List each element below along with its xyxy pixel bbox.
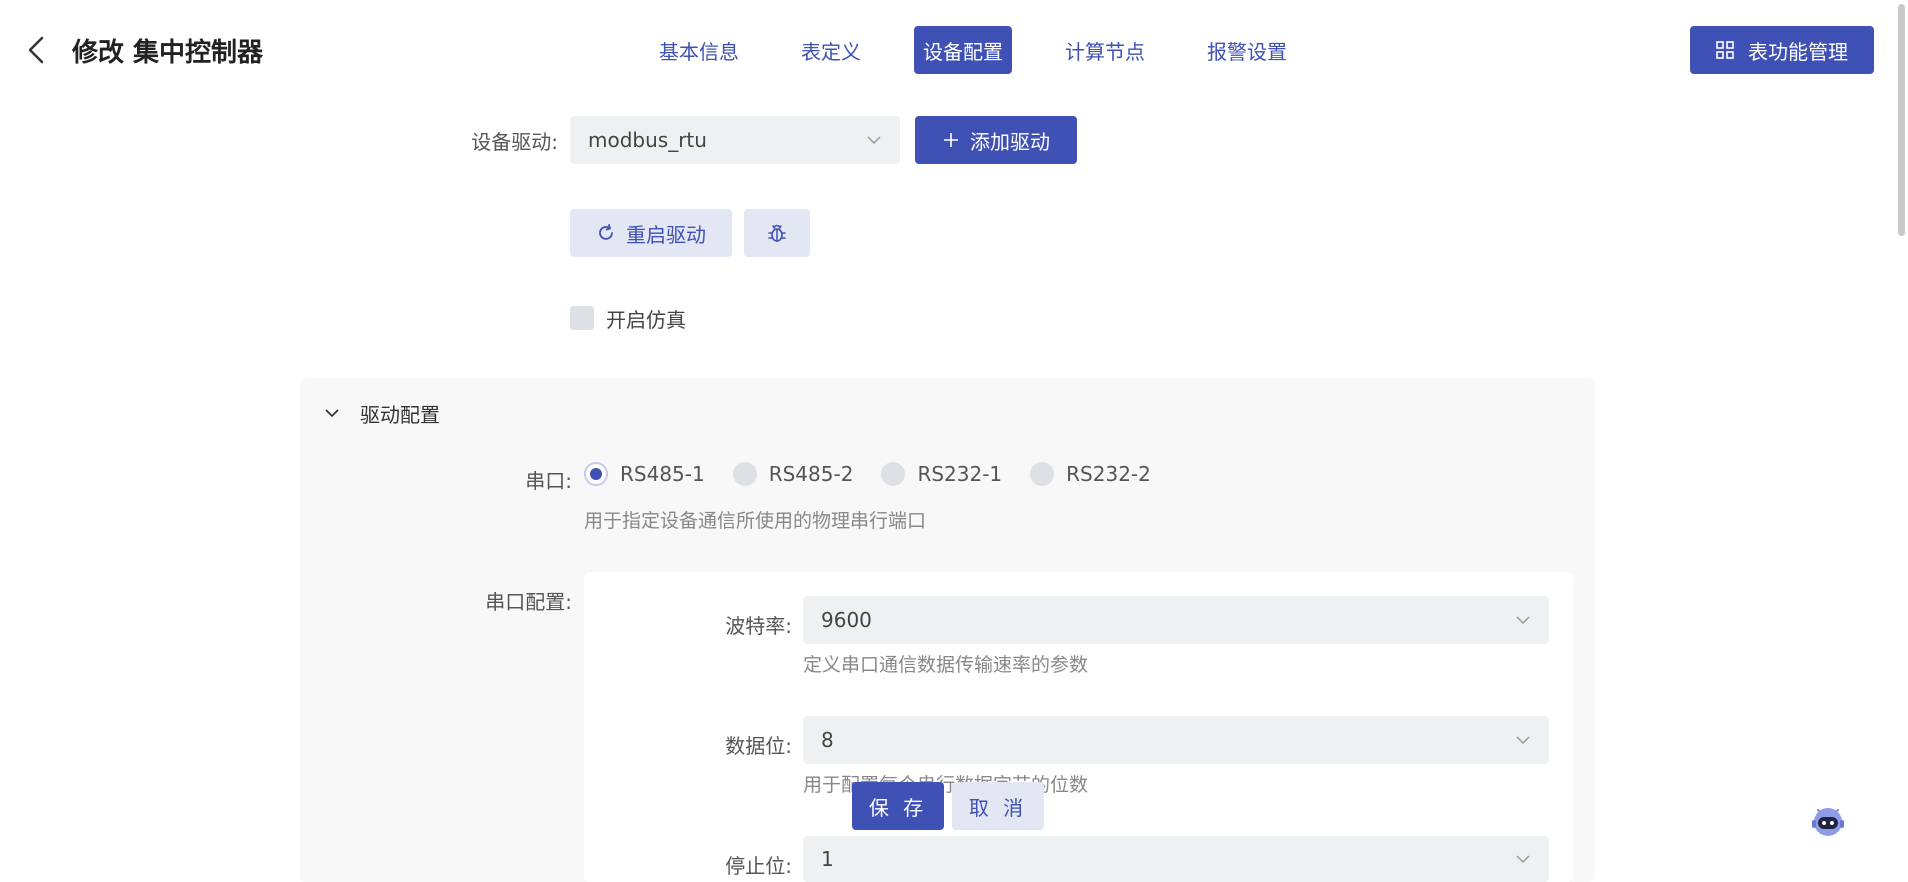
restart-driver-button[interactable]: 重启驱动 xyxy=(570,209,732,257)
stop-bits-value: 1 xyxy=(821,847,834,871)
data-bits-value: 8 xyxy=(821,728,834,752)
table-function-manage-button[interactable]: 表功能管理 xyxy=(1690,26,1874,74)
radio-rs485-2[interactable]: RS485-2 xyxy=(732,462,854,486)
chevron-down-icon xyxy=(1516,855,1530,864)
chevron-down-icon xyxy=(325,409,339,418)
baud-rate-value: 9600 xyxy=(821,608,872,632)
serial-port-label: 串口: xyxy=(525,469,572,493)
simulation-label[interactable]: 开启仿真 xyxy=(606,304,686,333)
scrollbar-thumb[interactable] xyxy=(1898,4,1905,236)
debug-button[interactable] xyxy=(744,209,810,257)
stop-bits-select[interactable]: 1 xyxy=(803,836,1549,882)
data-bits-select[interactable]: 8 xyxy=(803,716,1549,764)
page-header: 修改 集中控制器 基本信息 表定义 设备配置 计算节点 报警设置 表功能管理 xyxy=(0,0,1908,100)
table-function-manage-label: 表功能管理 xyxy=(1748,39,1848,64)
stop-bits-label: 停止位: xyxy=(725,854,792,878)
baud-rate-hint: 定义串口通信数据传输速率的参数 xyxy=(803,654,1089,676)
add-driver-button[interactable]: 添加驱动 xyxy=(915,116,1077,164)
cancel-button[interactable]: 取 消 xyxy=(952,782,1044,830)
assistant-robot-icon[interactable] xyxy=(1808,800,1848,840)
radio-button xyxy=(881,462,906,486)
refresh-icon xyxy=(599,224,613,240)
radio-button xyxy=(584,462,608,486)
restart-driver-label: 重启驱动 xyxy=(626,222,706,247)
add-driver-label: 添加驱动 xyxy=(970,129,1050,154)
serial-port-hint: 用于指定设备通信所使用的物理串行端口 xyxy=(584,510,927,532)
chevron-down-icon xyxy=(1516,736,1530,745)
baud-rate-label: 波特率: xyxy=(725,614,792,638)
radio-rs232-2[interactable]: RS232-2 xyxy=(1030,462,1151,486)
tab-device-config[interactable]: 设备配置 xyxy=(914,26,1012,74)
tab-bar: 基本信息 表定义 设备配置 计算节点 报警设置 xyxy=(650,25,1340,75)
serial-config-label: 串口配置: xyxy=(485,590,572,614)
page-title: 修改 集中控制器 xyxy=(72,38,264,68)
serial-port-radio-group: RS485-1 RS485-2 RS232-1 RS232-2 xyxy=(584,462,1179,486)
tab-compute-node[interactable]: 计算节点 xyxy=(1056,26,1154,74)
page-scrollbar[interactable] xyxy=(1896,0,1908,882)
driver-select-value: modbus_rtu xyxy=(588,128,707,152)
driver-config-title: 驱动配置 xyxy=(360,402,440,427)
plus-icon xyxy=(944,133,958,147)
radio-label: RS232-2 xyxy=(1066,462,1151,486)
radio-label: RS485-1 xyxy=(620,462,705,486)
back-arrow-icon[interactable] xyxy=(24,34,50,66)
save-button[interactable]: 保 存 xyxy=(852,782,944,830)
tab-table-definition[interactable]: 表定义 xyxy=(792,26,870,74)
chevron-down-icon xyxy=(867,136,881,145)
radio-button xyxy=(1030,462,1055,486)
baud-rate-select[interactable]: 9600 xyxy=(803,596,1549,644)
data-bits-label: 数据位: xyxy=(725,734,792,758)
radio-button xyxy=(732,462,757,486)
driver-label: 设备驱动: xyxy=(471,130,558,154)
simulation-checkbox[interactable] xyxy=(570,306,594,330)
driver-select[interactable]: modbus_rtu xyxy=(570,116,900,164)
bug-icon xyxy=(768,224,786,242)
radio-rs232-1[interactable]: RS232-1 xyxy=(881,462,1002,486)
chevron-down-icon xyxy=(1516,616,1530,625)
data-bits-hint: 用于配置每个串行数据字节的位数 xyxy=(803,774,1089,796)
driver-config-header[interactable]: 驱动配置 xyxy=(324,398,440,428)
tab-alarm-settings[interactable]: 报警设置 xyxy=(1198,26,1296,74)
tab-basic-info[interactable]: 基本信息 xyxy=(650,26,748,74)
radio-label: RS232-1 xyxy=(917,462,1003,486)
radio-label: RS485-2 xyxy=(768,462,854,486)
grid-icon xyxy=(1716,41,1734,59)
radio-rs485-1[interactable]: RS485-1 xyxy=(584,462,705,486)
